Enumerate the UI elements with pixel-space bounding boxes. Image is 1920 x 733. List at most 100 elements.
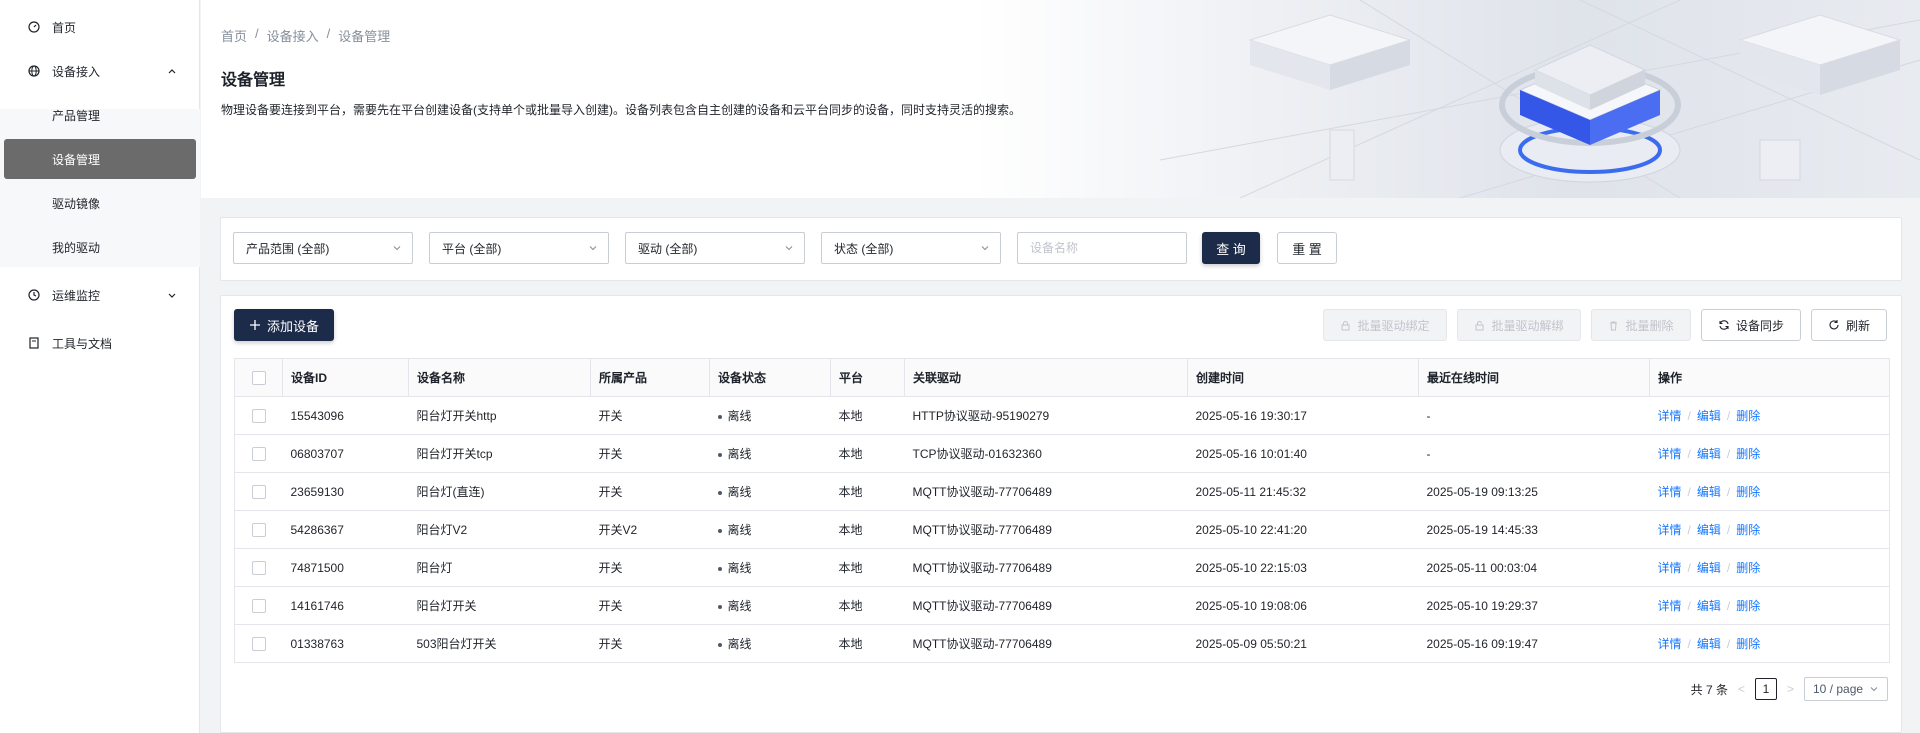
status-select[interactable]: 状态 (全部) — [821, 232, 1001, 264]
cell-last-online: 2025-05-11 00:03:04 — [1418, 548, 1650, 587]
detail-link[interactable]: 详情 — [1658, 637, 1682, 651]
status-dot-icon — [717, 566, 722, 571]
row-checkbox[interactable] — [251, 598, 266, 613]
batch-delete-button[interactable]: 批量删除 — [1591, 309, 1691, 341]
sidebar-item-devices[interactable]: 设备管理 — [4, 139, 196, 179]
cell-platform: 本地 — [830, 548, 905, 587]
row-checkbox[interactable] — [251, 522, 266, 537]
edit-link[interactable]: 编辑 — [1697, 523, 1721, 537]
row-actions: 详情 / 编辑 / 删除 — [1649, 624, 1890, 663]
action-separator: / — [1687, 447, 1691, 461]
edit-link[interactable]: 编辑 — [1697, 485, 1721, 499]
detail-link[interactable]: 详情 — [1658, 599, 1682, 613]
cell-status: 离线 — [709, 510, 831, 549]
action-separator: / — [1687, 599, 1691, 613]
nav-item-ops-monitor[interactable]: 运维监控 — [0, 275, 200, 315]
status-label: 离线 — [727, 409, 752, 423]
platform-select-value: 平台 (全部) — [442, 241, 502, 256]
row-checkbox[interactable] — [251, 560, 266, 575]
status-dot-icon — [717, 528, 722, 533]
detail-link[interactable]: 详情 — [1658, 447, 1682, 461]
cell-platform: 本地 — [830, 396, 905, 435]
batch-unbind-button[interactable]: 批量驱动解绑 — [1457, 309, 1581, 341]
sidebar-item-label: 我的驱动 — [52, 240, 101, 255]
batch-bind-label: 批量驱动绑定 — [1357, 318, 1430, 333]
page-number-current[interactable]: 1 — [1754, 678, 1777, 700]
sidebar-item-my-drivers[interactable]: 我的驱动 — [0, 227, 200, 267]
query-button[interactable]: 查 询 — [1202, 232, 1260, 264]
cell-last-online: 2025-05-10 19:29:37 — [1418, 586, 1650, 625]
chevron-down-icon — [981, 246, 989, 251]
nav-item-device-access[interactable]: 设备接入 — [0, 51, 200, 91]
pagination: 共 7 条 < 1 > 10 / page — [1691, 677, 1888, 701]
delete-link[interactable]: 删除 — [1736, 637, 1760, 651]
cell-product: 开关 — [590, 586, 710, 625]
delete-link[interactable]: 删除 — [1736, 523, 1760, 537]
edit-link[interactable]: 编辑 — [1697, 561, 1721, 575]
product-select[interactable]: 产品范围 (全部) — [233, 232, 413, 264]
lock-icon — [1341, 320, 1350, 330]
document-icon — [29, 337, 39, 349]
detail-link[interactable]: 详情 — [1658, 485, 1682, 499]
breadcrumb-current: 设备管理 — [338, 29, 391, 44]
monitor-icon — [28, 289, 40, 301]
row-checkbox[interactable] — [251, 636, 266, 651]
nav-item-label: 运维监控 — [52, 288, 101, 303]
delete-link[interactable]: 删除 — [1736, 485, 1760, 499]
table-row: 74871500 阳台灯 开关 离线 本地 MQTT协议驱动-77706489 2025-0… — [234, 548, 1890, 587]
nav-item-tools-docs[interactable]: 工具与文档 — [0, 323, 200, 363]
breadcrumb-home[interactable]: 首页 — [221, 26, 247, 45]
status-select-value: 状态 (全部) — [834, 241, 894, 256]
cell-driver: TCP协议驱动-01632360 — [904, 434, 1188, 473]
cell-driver: MQTT协议驱动-77706489 — [904, 586, 1188, 625]
nav-item-home[interactable]: 首页 — [0, 7, 200, 47]
page-size-value: 10 / page — [1813, 682, 1864, 696]
batch-bind-button[interactable]: 批量驱动绑定 — [1323, 309, 1447, 341]
table-row: 06803707 阳台灯开关tcp 开关 离线 本地 TCP协议驱动-01632360 20… — [234, 434, 1890, 473]
detail-link[interactable]: 详情 — [1658, 409, 1682, 423]
cell-driver: HTTP协议驱动-95190279 — [904, 396, 1188, 435]
edit-link[interactable]: 编辑 — [1697, 599, 1721, 613]
sidebar-item-label: 驱动镜像 — [52, 196, 101, 211]
breadcrumb-device-access[interactable]: 设备接入 — [267, 26, 319, 45]
sidebar-item-products[interactable]: 产品管理 — [0, 95, 200, 135]
edit-link[interactable]: 编辑 — [1697, 637, 1721, 651]
device-name-input[interactable] — [1017, 232, 1187, 264]
detail-link[interactable]: 详情 — [1658, 523, 1682, 537]
page-description: 物理设备要连接到平台，需要先在平台创建设备(支持单个或批量导入创建)。设备列表包… — [221, 103, 1021, 117]
platform-select[interactable]: 平台 (全部) — [429, 232, 609, 264]
sync-icon — [1719, 320, 1729, 330]
row-checkbox[interactable] — [251, 446, 266, 461]
status-label: 离线 — [727, 523, 752, 537]
edit-link[interactable]: 编辑 — [1697, 409, 1721, 423]
select-all-checkbox[interactable] — [251, 370, 266, 385]
reset-button[interactable]: 重 置 — [1277, 232, 1337, 264]
action-separator: / — [1687, 637, 1691, 651]
sidebar-item-driver-images[interactable]: 驱动镜像 — [0, 183, 200, 223]
driver-select[interactable]: 驱动 (全部) — [625, 232, 805, 264]
cell-status: 离线 — [709, 472, 831, 511]
cell-product: 开关 — [590, 434, 710, 473]
add-device-button[interactable]: 添加设备 — [234, 309, 334, 341]
cell-platform: 本地 — [830, 624, 905, 663]
device-sync-button[interactable]: 设备同步 — [1701, 309, 1801, 341]
row-select-cell — [234, 586, 283, 625]
delete-link[interactable]: 删除 — [1736, 599, 1760, 613]
status-label: 离线 — [727, 637, 752, 651]
refresh-button[interactable]: 刷新 — [1811, 309, 1887, 341]
action-separator: / — [1726, 637, 1731, 651]
delete-link[interactable]: 删除 — [1736, 447, 1760, 461]
cell-last-online: 2025-05-19 09:13:25 — [1418, 472, 1650, 511]
row-checkbox[interactable] — [251, 484, 266, 499]
page-size-select[interactable]: 10 / page — [1804, 677, 1888, 701]
chevron-down-icon — [1870, 687, 1878, 692]
next-page-icon[interactable]: > — [1787, 682, 1794, 696]
edit-link[interactable]: 编辑 — [1697, 447, 1721, 461]
detail-link[interactable]: 详情 — [1658, 561, 1682, 575]
delete-link[interactable]: 删除 — [1736, 561, 1760, 575]
banner-illustration — [1160, 0, 1920, 198]
prev-page-icon[interactable]: < — [1738, 682, 1745, 696]
row-select-cell — [234, 510, 283, 549]
row-checkbox[interactable] — [251, 408, 266, 423]
delete-link[interactable]: 删除 — [1736, 409, 1760, 423]
